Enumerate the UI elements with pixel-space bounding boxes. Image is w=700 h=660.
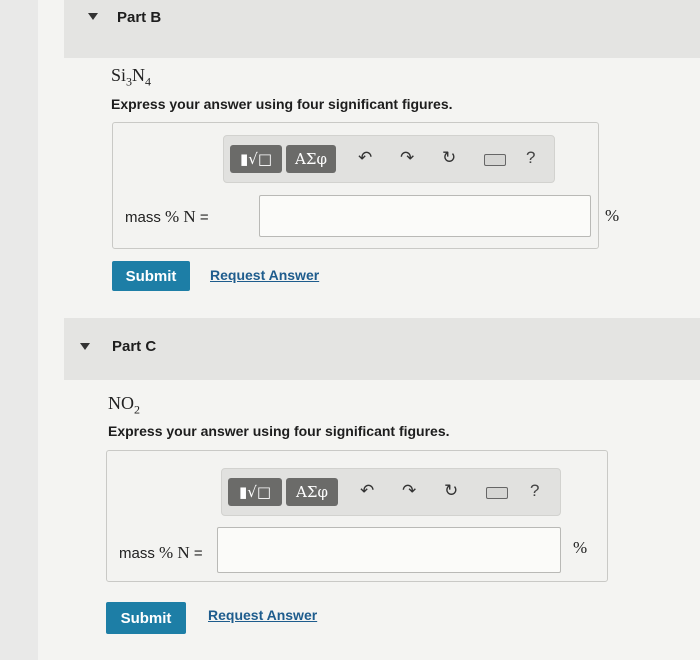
question-prompt: Express your answer using four significa… — [108, 423, 450, 439]
templates-button[interactable]: ▮√□ — [230, 145, 282, 173]
answer-box: ▮√□ ΑΣφ ↶ ↷ ↻ ? mass % N = % — [106, 450, 608, 582]
answer-label: mass % N = — [125, 207, 209, 226]
answer-input[interactable] — [217, 527, 561, 573]
submit-button[interactable]: Submit — [112, 261, 190, 291]
undo-icon[interactable]: ↶ — [358, 148, 372, 168]
chemical-formula: Si3N4 — [111, 65, 152, 89]
help-button[interactable]: ? — [526, 148, 535, 168]
unit-label: % — [605, 206, 620, 225]
part-c-header[interactable]: Part C — [64, 318, 700, 380]
collapse-toggle-icon[interactable] — [88, 13, 98, 20]
symbols-button[interactable]: ΑΣφ — [286, 145, 336, 173]
keyboard-icon[interactable] — [484, 154, 506, 166]
part-title: Part B — [117, 9, 162, 26]
page: Part B Si3N4 Express your answer using f… — [38, 0, 700, 660]
undo-icon[interactable]: ↶ — [360, 481, 374, 501]
keyboard-icon[interactable] — [486, 487, 508, 499]
reset-icon[interactable]: ↻ — [442, 148, 456, 168]
templates-button[interactable]: ▮√□ — [228, 478, 282, 506]
math-toolbar: ▮√□ ΑΣφ ↶ ↷ ↻ ? — [223, 135, 555, 183]
chemical-formula: NO2 — [108, 393, 140, 417]
submit-button[interactable]: Submit — [106, 602, 186, 634]
question-prompt: Express your answer using four significa… — [111, 96, 453, 112]
answer-input[interactable] — [259, 195, 591, 237]
collapse-toggle-icon[interactable] — [80, 343, 90, 350]
symbols-button[interactable]: ΑΣφ — [286, 478, 338, 506]
answer-box: ▮√□ ΑΣφ ↶ ↷ ↻ ? mass % N = % — [112, 122, 619, 249]
redo-icon[interactable]: ↷ — [400, 148, 414, 168]
redo-icon[interactable]: ↷ — [402, 481, 416, 501]
answer-label: mass % N = — [119, 543, 203, 562]
request-answer-link[interactable]: Request Answer — [210, 267, 319, 283]
part-b-header[interactable]: Part B — [64, 0, 700, 58]
reset-icon[interactable]: ↻ — [444, 481, 458, 501]
math-toolbar: ▮√□ ΑΣφ ↶ ↷ ↻ ? — [221, 468, 561, 516]
help-button[interactable]: ? — [530, 481, 539, 501]
part-title: Part C — [112, 338, 157, 355]
unit-label: % — [573, 538, 588, 557]
request-answer-link[interactable]: Request Answer — [208, 607, 317, 623]
